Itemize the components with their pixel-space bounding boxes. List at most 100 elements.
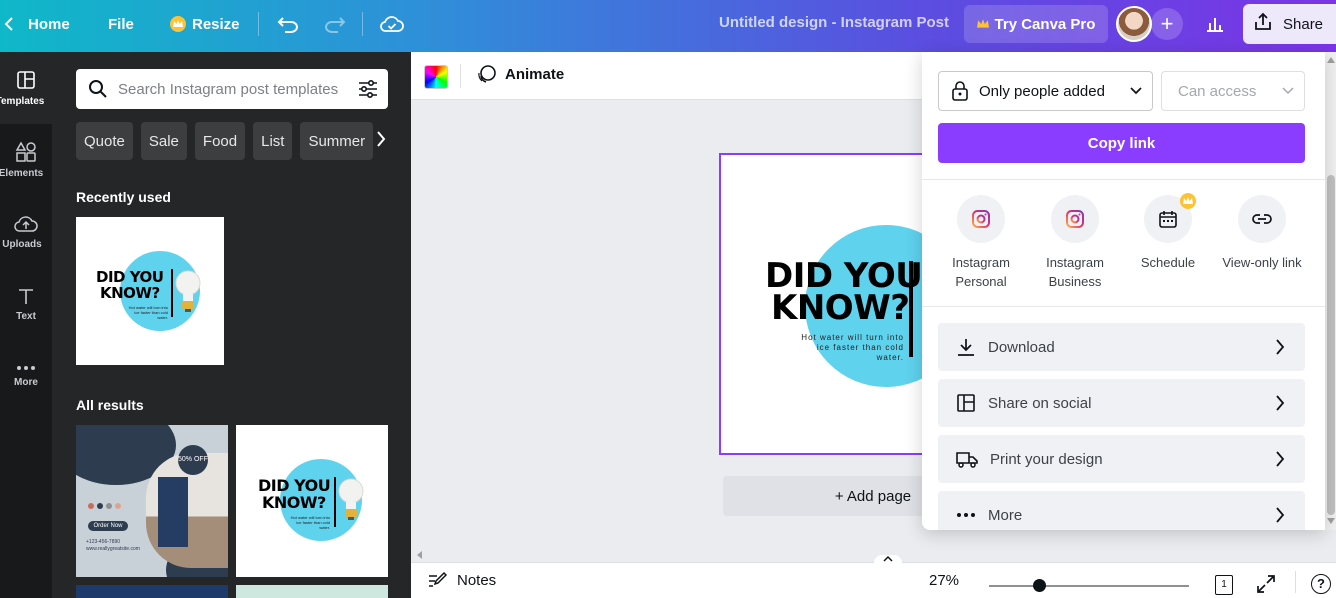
copy-link-button[interactable]: Copy link (938, 123, 1305, 163)
share-button[interactable]: Share (1243, 4, 1336, 44)
chevron-right-icon[interactable] (376, 130, 386, 153)
more-share-button[interactable]: More (938, 491, 1305, 530)
download-label: Download (988, 338, 1055, 356)
black-bar[interactable] (909, 261, 913, 357)
more-icon (17, 365, 35, 370)
chip-quote[interactable]: Quote (76, 122, 133, 160)
fullscreen-icon[interactable] (1256, 574, 1276, 598)
thumb-sub-3: water. (157, 315, 168, 320)
scrollbar-thumb[interactable] (1327, 175, 1335, 515)
try-pro-button[interactable]: Try Canva Pro (964, 5, 1108, 43)
resize-button[interactable]: Resize (170, 0, 240, 48)
share-option-instagram-personal[interactable]: Instagram Personal (936, 195, 1026, 291)
animate-button[interactable]: Animate (477, 64, 564, 84)
help-button[interactable]: ? (1311, 574, 1331, 594)
truck-icon (956, 452, 978, 468)
chip-summer[interactable]: Summer (300, 122, 374, 160)
discount-badge: 50% OFF (178, 445, 208, 475)
chevron-down-icon (1282, 87, 1294, 95)
search-box[interactable] (76, 69, 388, 109)
download-icon (958, 339, 974, 356)
access-value: Only people added (979, 82, 1105, 100)
chip-sale[interactable]: Sale (140, 122, 187, 160)
color-picker-icon[interactable] (424, 65, 448, 89)
zoom-value[interactable]: 27% (929, 572, 959, 589)
print-label: Print your design (990, 450, 1103, 468)
zoom-slider-knob[interactable] (1033, 579, 1046, 592)
animate-icon (478, 65, 496, 83)
document-title[interactable]: Untitled design - Instagram Post (719, 14, 949, 31)
rail-label: More (14, 376, 38, 388)
rail-more[interactable]: More (0, 340, 52, 412)
rail-elements[interactable]: Elements (0, 124, 52, 196)
crown-icon (170, 16, 186, 32)
zoom-slider[interactable] (989, 585, 1189, 587)
share-option-schedule[interactable]: Schedule (1123, 193, 1213, 272)
horizontal-scrollbar[interactable] (411, 548, 1325, 562)
option-label: Instagram Personal (952, 253, 1010, 291)
redo-icon[interactable] (324, 0, 346, 48)
more-label: More (988, 506, 1023, 524)
search-icon (89, 80, 107, 98)
furniture-contact: +123-456-7890 www.reallygreatsite.com (86, 539, 140, 553)
more-dots-icon (957, 513, 975, 517)
avatar[interactable] (1116, 6, 1152, 42)
rail-text[interactable]: Text (0, 268, 52, 340)
left-rail: Templates Elements Uploads Text More (0, 52, 52, 598)
design-sub-3: water. (876, 353, 904, 362)
rail-templates[interactable]: Templates (0, 52, 52, 124)
access-select[interactable]: Only people added (938, 71, 1153, 111)
insights-icon[interactable] (1196, 5, 1234, 43)
chip-food[interactable]: Food (194, 122, 246, 160)
chevron-right-icon (1276, 339, 1285, 355)
share-option-instagram-business[interactable]: Instagram Business (1030, 195, 1120, 291)
divider (258, 12, 259, 36)
file-menu[interactable]: File (108, 0, 134, 48)
divider (922, 306, 1325, 307)
share-on-social-button[interactable]: Share on social (938, 379, 1305, 427)
template-thumbnail[interactable] (76, 585, 228, 598)
page-count-button[interactable]: 1 (1215, 575, 1233, 595)
upload-share-icon (1253, 12, 1273, 36)
cloud-saved-icon[interactable] (380, 0, 404, 48)
scroll-up-icon[interactable] (1327, 57, 1335, 63)
option-label-1: Instagram (952, 255, 1010, 270)
permission-select[interactable]: Can access (1161, 71, 1305, 111)
notes-button[interactable]: Notes (427, 571, 496, 589)
scroll-left-icon[interactable] (417, 551, 423, 559)
thumb-heading-2: KNOW? (262, 493, 326, 512)
print-design-button[interactable]: Print your design (938, 435, 1305, 483)
option-label-2: Business (1048, 274, 1102, 289)
chip-list[interactable]: List (253, 122, 293, 160)
text-icon (19, 288, 33, 304)
calendar-icon (1144, 193, 1196, 243)
uploads-icon (14, 215, 38, 232)
share-option-view-only-link[interactable]: View-only link (1217, 195, 1307, 272)
template-thumbnail[interactable] (236, 585, 388, 598)
option-label-1: View-only link (1222, 255, 1302, 270)
download-button[interactable]: Download (938, 323, 1305, 371)
divider (460, 64, 461, 88)
design-heading-2[interactable]: KNOW? (771, 291, 910, 325)
design-subtext[interactable]: Hot water will turn into ice faster than… (761, 333, 904, 363)
home-button[interactable]: Home (28, 0, 70, 48)
furniture-template-thumbnail[interactable]: MODERN Furniture 50% OFF Order Now +123-… (76, 425, 228, 577)
search-input[interactable] (118, 80, 348, 98)
undo-icon[interactable] (277, 0, 299, 48)
chevron-right-icon (1276, 395, 1285, 411)
link-icon (1238, 195, 1286, 243)
animate-label: Animate (505, 65, 565, 83)
chevron-up-icon[interactable] (874, 555, 902, 569)
filter-icon[interactable] (358, 80, 378, 98)
option-label-2: Personal (955, 274, 1007, 289)
back-chevron-icon[interactable] (4, 0, 14, 48)
furniture-phone: +123-456-7890 (86, 539, 121, 545)
permission-value: Can access (1178, 82, 1257, 100)
scroll-down-icon[interactable] (1327, 518, 1335, 524)
template-thumbnail[interactable]: DID YOU KNOW? Hot water will turn into i… (236, 425, 388, 577)
resize-label: Resize (192, 15, 240, 33)
add-person-icon[interactable]: + (1151, 8, 1183, 40)
thumb-subtext: Hot water will turn into ice faster than… (264, 515, 330, 530)
rail-uploads[interactable]: Uploads (0, 196, 52, 268)
template-thumbnail[interactable]: DID YOU KNOW? Hot water will turn into i… (76, 217, 224, 365)
